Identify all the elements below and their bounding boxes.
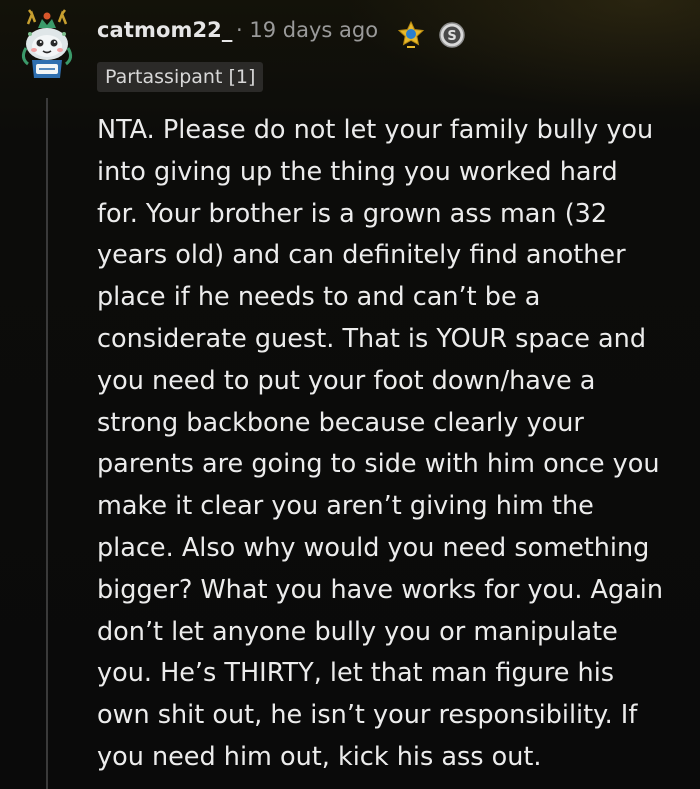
comment-line: make it clear you aren’t giving him the (97, 491, 594, 522)
user-avatar[interactable] (18, 8, 76, 86)
comment-timestamp[interactable]: · 19 days ago (236, 18, 378, 42)
comment-line: considerate guest. That is YOUR space an… (97, 323, 647, 354)
comment-line: you need to put your foot down/have a (97, 365, 596, 396)
comment-line: place. Also why would you need something (97, 532, 650, 563)
comment-line: own shit out, he isn’t your responsibili… (97, 700, 638, 731)
user-flair: Partassipant [1] (97, 62, 264, 92)
snoo-avatar-icon (21, 9, 73, 78)
comment-body: NTA. Please do not let your family bully… (97, 110, 682, 779)
comment-line: years old) and can definitely find anoth… (97, 240, 626, 271)
comment-page: catmom22_ · 19 days ago S Partassipant [… (0, 0, 700, 789)
comment-line: into giving up the thing you worked hard (97, 156, 618, 187)
award-icon[interactable] (396, 20, 426, 50)
comment-line: parents are going to side with him once … (97, 449, 660, 480)
comment-line: NTA. Please do not let your family bully… (97, 115, 654, 145)
comment-line: strong backbone because clearly your (97, 407, 584, 438)
comment-line: bigger? What you have works for you. Aga… (97, 574, 664, 605)
svg-text:S: S (447, 29, 456, 44)
comment-line: you need him out, kick his ass out. (97, 741, 542, 772)
thread-line[interactable] (46, 98, 48, 789)
username[interactable]: catmom22_ (97, 18, 232, 42)
comment-line: you. He’s THIRTY, let that man figure hi… (97, 658, 615, 689)
comment-line: place if he needs to and can’t be a (97, 282, 541, 313)
comment-line: for. Your brother is a grown ass man (32 (97, 198, 608, 229)
silver-award-icon[interactable]: S (439, 22, 465, 48)
comment-line: don’t let anyone bully you or manipulate (97, 616, 618, 647)
